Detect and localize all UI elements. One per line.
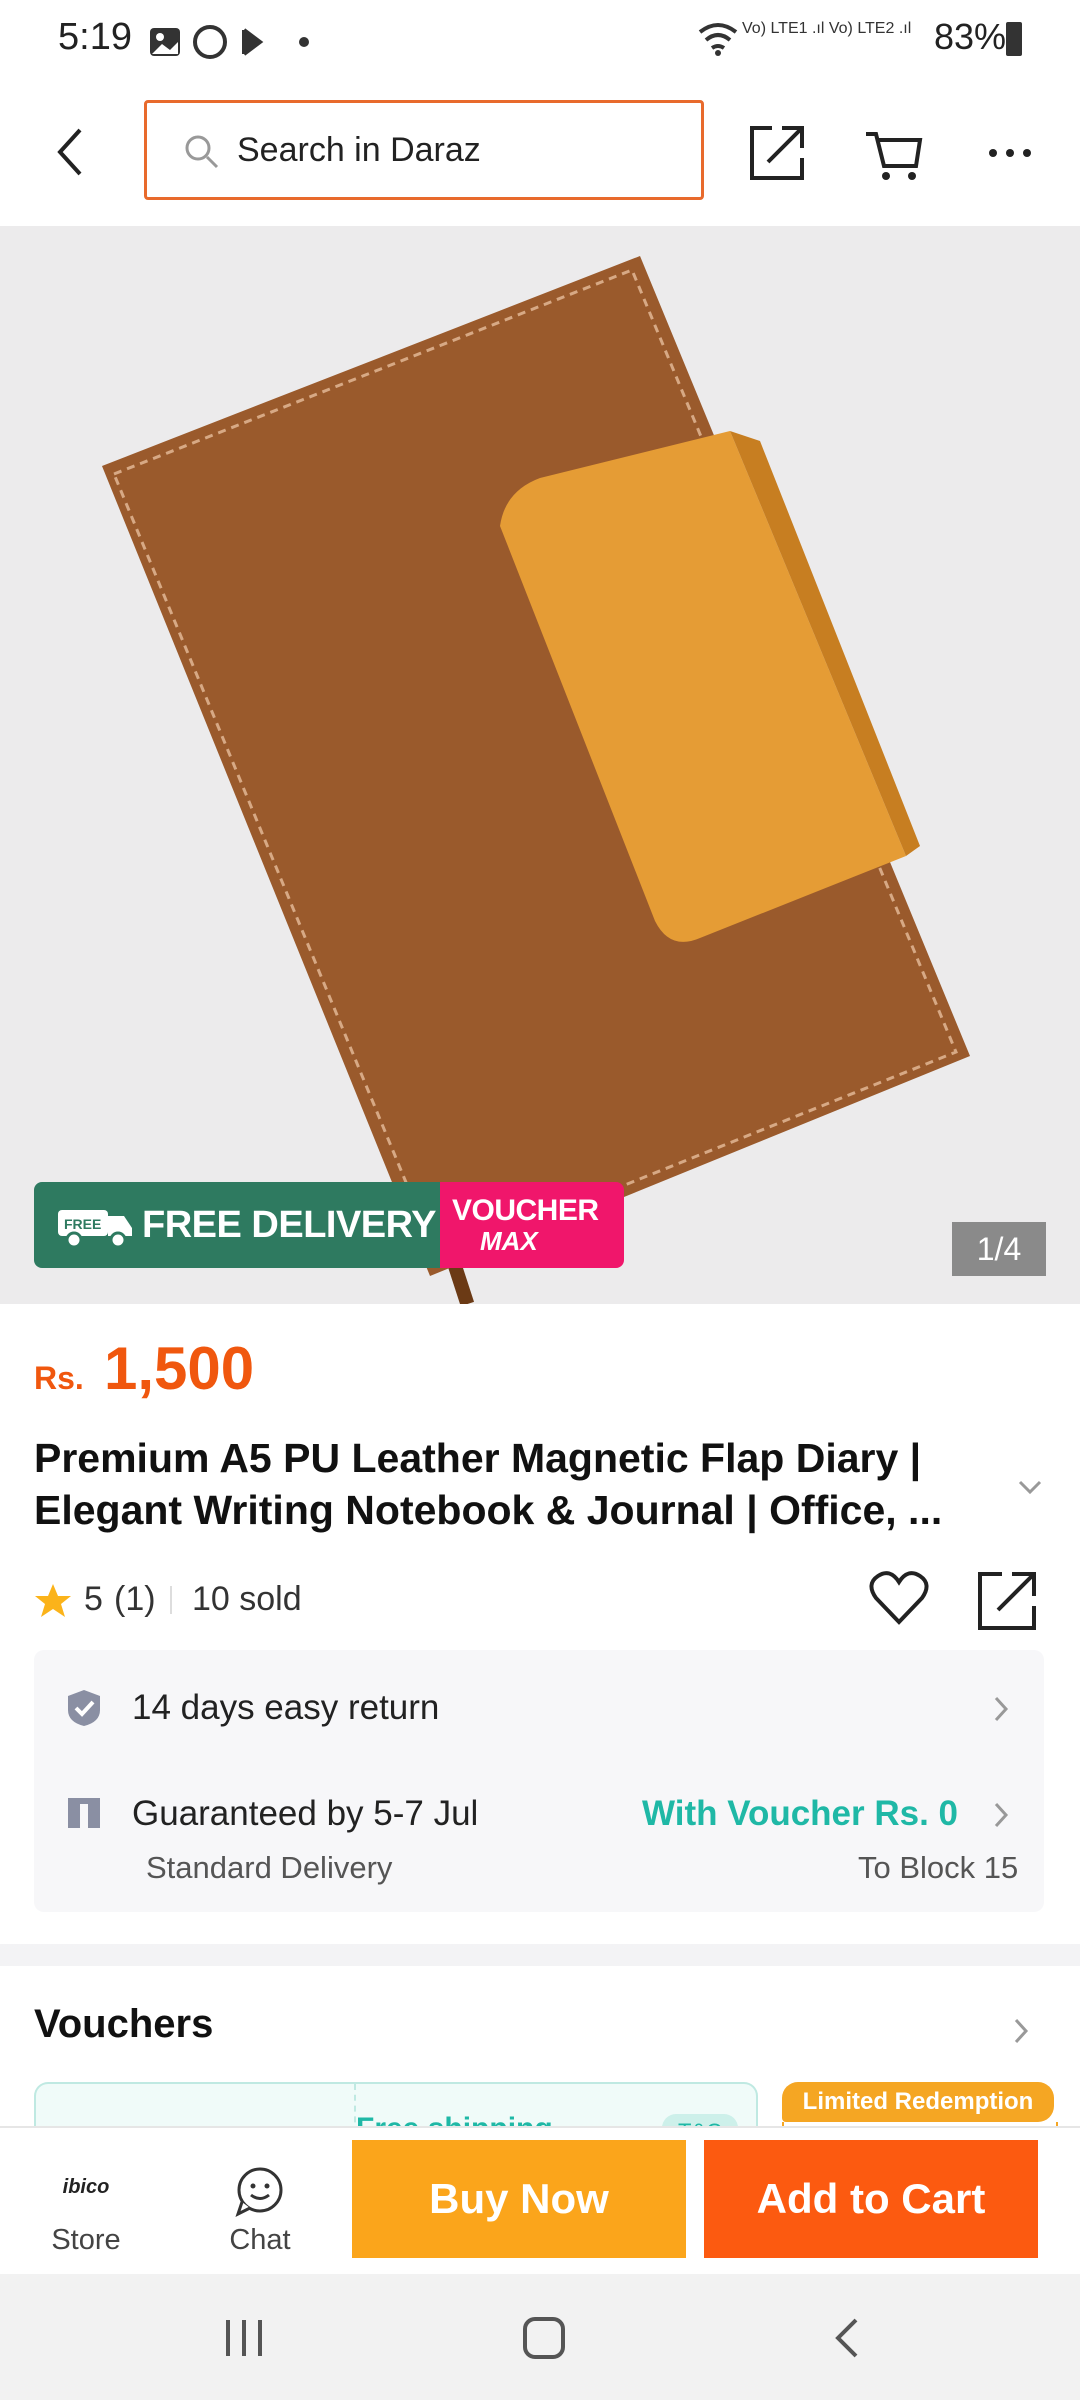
delivery-truck-icon: FREE xyxy=(52,1202,136,1255)
share-icon[interactable] xyxy=(748,122,808,187)
delivery-type: Standard Delivery xyxy=(146,1850,393,1885)
package-icon xyxy=(66,1794,102,1835)
section-divider xyxy=(0,1944,1080,1966)
rating-count[interactable]: (1) xyxy=(114,1580,156,1619)
recent-apps-icon[interactable] xyxy=(222,2318,266,2363)
wifi-icon xyxy=(696,18,740,63)
cart-icon[interactable] xyxy=(864,126,924,187)
delivery-guarantee-text[interactable]: Guaranteed by 5-7 Jul xyxy=(132,1794,478,1834)
more-icon[interactable] xyxy=(988,146,1032,164)
search-icon xyxy=(183,133,221,176)
voucher-label: VOUCHER xyxy=(452,1194,599,1227)
chevron-right-icon[interactable] xyxy=(992,1800,1010,1835)
signal-indicators: Vo) LTE1 .ıl Vo) LTE2 .ıl xyxy=(742,20,912,37)
store-logo[interactable]: ibico xyxy=(0,2176,172,2199)
vouchers-title: Vouchers xyxy=(34,2002,214,2046)
store-label[interactable]: Store xyxy=(0,2224,172,2257)
battery-icon xyxy=(1006,22,1022,56)
status-time: 5:19 xyxy=(58,16,132,58)
sold-count: 10 sold xyxy=(192,1580,302,1618)
chevron-down-icon[interactable] xyxy=(1016,1478,1044,1501)
return-policy-text[interactable]: 14 days easy return xyxy=(132,1688,439,1728)
share-product-icon[interactable] xyxy=(976,1570,1038,1637)
free-delivery-label: FREE DELIVERY xyxy=(142,1204,437,1246)
shield-check-icon xyxy=(66,1688,102,1733)
buy-now-button[interactable]: Buy Now xyxy=(352,2140,686,2258)
diary-illustration xyxy=(102,256,970,1304)
product-image[interactable] xyxy=(0,226,1080,1304)
max-label: MAX xyxy=(480,1226,538,1256)
status-notification-icons xyxy=(148,22,318,67)
image-counter: 1/4 xyxy=(952,1222,1046,1276)
chevron-right-icon[interactable] xyxy=(992,1694,1010,1729)
price-value: 1,500 xyxy=(104,1335,255,1402)
limited-redemption-badge: Limited Redemption xyxy=(782,2082,1054,2122)
chat-icon[interactable] xyxy=(234,2166,286,2223)
status-bar: 5:19 Vo) LTE1 .ıl Vo) LTE2 .ıl 83% xyxy=(0,0,1080,80)
voucher-delivery-text[interactable]: With Voucher Rs. 0 xyxy=(642,1794,958,1834)
star-icon xyxy=(34,1582,72,1625)
price-currency: Rs. xyxy=(34,1360,84,1396)
divider xyxy=(170,1586,172,1614)
product-title: Premium A5 PU Leather Magnetic Flap Diar… xyxy=(34,1435,943,1533)
battery-level: 83% xyxy=(933,16,1006,57)
search-input[interactable]: Search in Daraz xyxy=(144,100,704,200)
back-arrow-icon[interactable] xyxy=(50,124,90,185)
search-placeholder: Search in Daraz xyxy=(237,131,481,169)
system-back-icon[interactable] xyxy=(832,2316,862,2365)
add-to-cart-button[interactable]: Add to Cart xyxy=(704,2140,1038,2258)
promo-badge: FREE FREE DELIVERY VOUCHER MAX xyxy=(34,1182,624,1268)
rating-value: 5 xyxy=(84,1580,103,1618)
free-small-label: FREE xyxy=(64,1216,101,1232)
delivery-location: To Block 15 xyxy=(858,1850,1019,1885)
chevron-right-icon[interactable] xyxy=(1012,2016,1030,2051)
chat-label[interactable]: Chat xyxy=(174,2224,346,2257)
heart-icon[interactable] xyxy=(868,1570,930,1631)
home-icon[interactable] xyxy=(522,2316,566,2365)
